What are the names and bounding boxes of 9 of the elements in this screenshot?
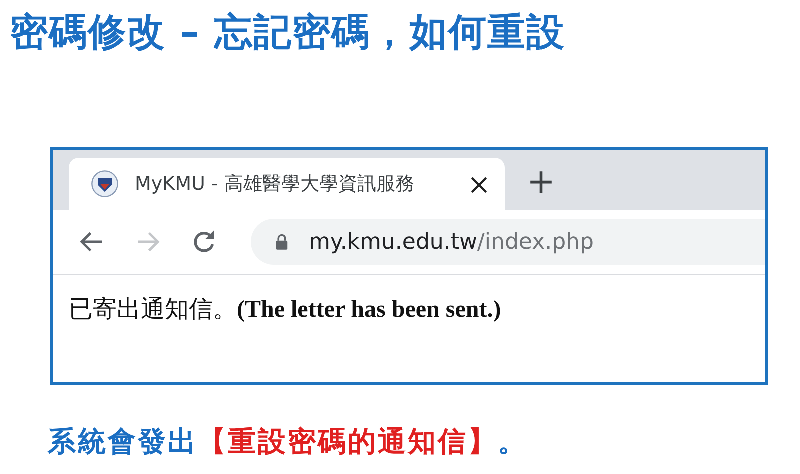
address-bar[interactable]: my.kmu.edu.tw/index.php	[251, 219, 765, 265]
url-path: /index.php	[477, 230, 594, 254]
slide-title: 密碼修改 – 忘記密碼，如何重設	[10, 9, 566, 56]
browser-tab[interactable]: MyKMU - 高雄醫學大學資訊服務 ×	[69, 158, 505, 210]
new-tab-button[interactable]: +	[521, 162, 562, 202]
status-message: 已寄出通知信。(The letter has been sent.)	[69, 294, 502, 325]
emblem-icon	[91, 170, 119, 198]
url-domain: my.kmu.edu.tw	[309, 230, 478, 254]
caption: 系統會發出【重設密碼的通知信】。	[48, 424, 529, 460]
